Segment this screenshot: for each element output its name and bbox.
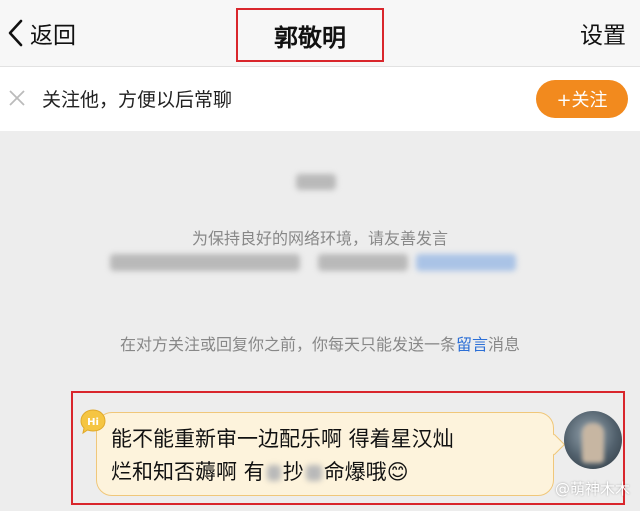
limit-text: 在对方关注或回复你之前，你每天只能发送一条 — [119, 335, 456, 354]
watermark: @萌神木木 — [554, 480, 630, 498]
blurred-segment — [110, 254, 300, 271]
message-text: 烂和知否薅啊 有 — [111, 460, 265, 484]
message-limit-notice: 在对方关注或回复你之前，你每天只能发送一条留言消息 — [0, 331, 640, 355]
message-text: 抄 — [282, 460, 304, 484]
follow-tip: 关注他，方便以后常聊 — [42, 89, 233, 111]
nav-bar: 返回 郭敬明 设置 — [0, 0, 640, 67]
redacted-char — [305, 465, 322, 481]
follow-button[interactable]: +关注 — [536, 80, 628, 118]
message-bubble[interactable]: 能不能重新审一边配乐啊 得着星汉灿 烂和知否薅啊 有抄命爆哦😊 — [96, 412, 566, 496]
back-button[interactable]: 返回 — [6, 14, 76, 52]
back-label: 返回 — [30, 23, 76, 49]
page-title: 郭敬明 — [236, 8, 384, 62]
message-line: 烂和知否薅啊 有抄命爆哦😊 — [111, 456, 541, 489]
chevron-left-icon — [8, 19, 23, 47]
friendly-notice: 为保持良好的网络环境，请友善发言 — [191, 229, 448, 248]
blurred-link[interactable] — [416, 254, 516, 271]
leave-message-link[interactable]: 留言 — [456, 335, 488, 354]
limit-suffix: 消息 — [488, 335, 521, 354]
follow-suggestion-bar: 关注他，方便以后常聊 +关注 — [0, 67, 640, 131]
redacted-char — [266, 465, 281, 481]
smile-emoji-icon: 😊 — [386, 460, 409, 484]
avatar[interactable] — [564, 411, 622, 469]
hi-badge-text: Hi — [87, 417, 99, 428]
hi-badge-icon: Hi — [80, 409, 106, 435]
message-text: 命爆哦 — [323, 460, 387, 484]
blurred-timestamp — [296, 174, 336, 190]
settings-button[interactable]: 设置 — [580, 16, 626, 50]
blurred-segment — [318, 254, 408, 271]
close-icon[interactable] — [4, 85, 30, 111]
message-line: 能不能重新审一边配乐啊 得着星汉灿 — [111, 427, 454, 451]
avatar-figure — [582, 423, 604, 463]
